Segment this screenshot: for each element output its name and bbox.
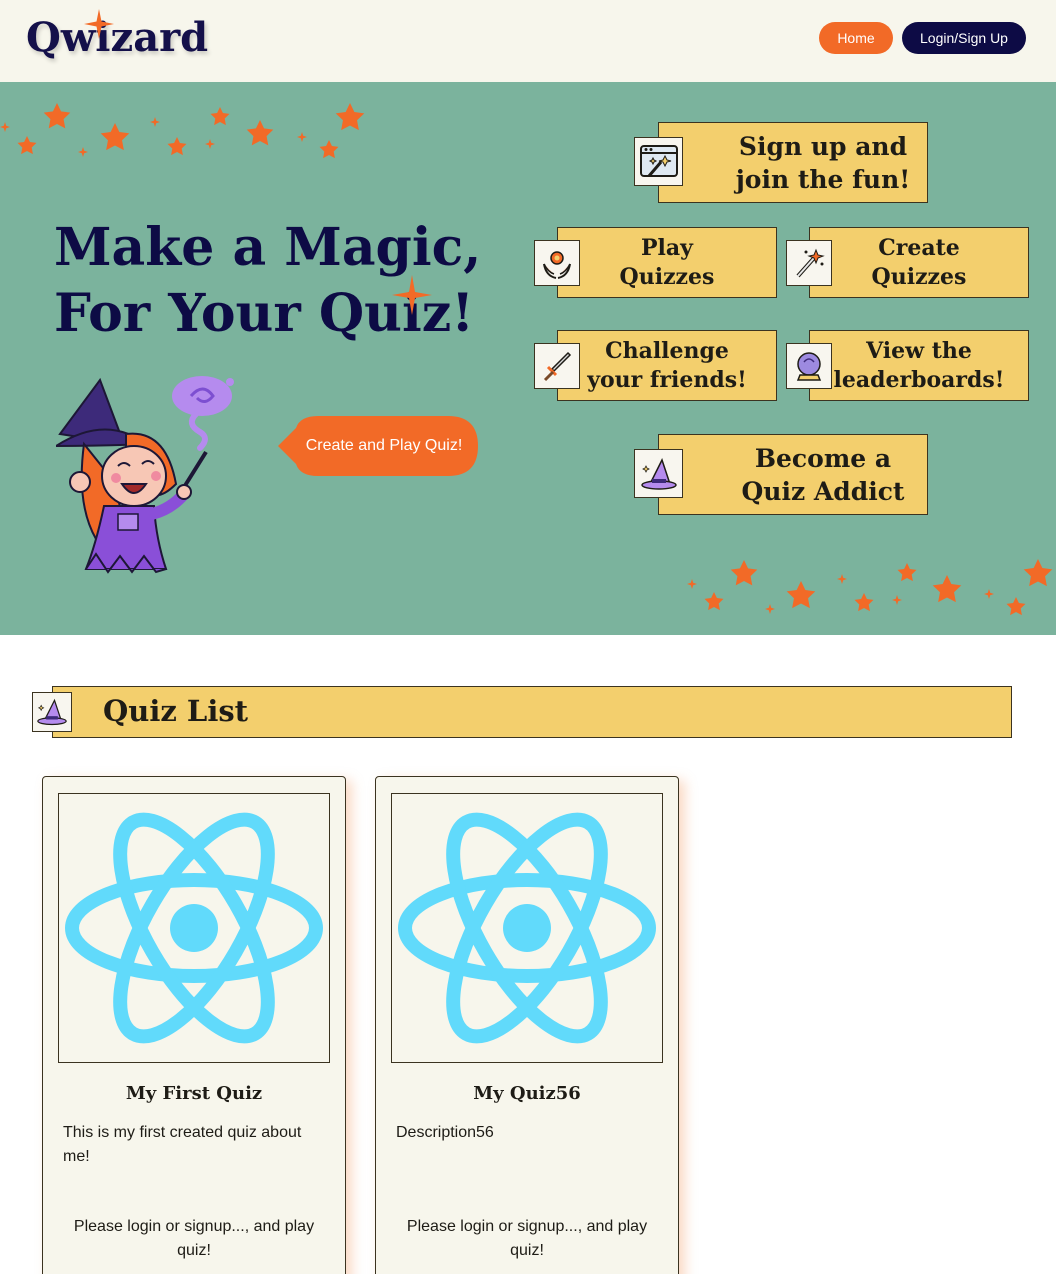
hands-flower-icon [534,240,580,286]
feature-create-line2: Quizzes [871,263,967,290]
login-signup-button[interactable]: Login/Sign Up [902,22,1026,54]
hero-title-line1: Make a Magic, [54,217,482,278]
quiz-card-login-note: Please login or signup..., and play quiz… [73,1218,315,1259]
title-star-icon [392,275,432,315]
feature-challenge-line2: your friends! [587,366,747,393]
feature-addict-line1: Become a [754,443,892,473]
feature-addict-line2: Quiz Addict [741,476,905,506]
feature-leaderboards[interactable]: View the leaderboards! [809,330,1029,401]
hero-section: Make a Magic, For Your Quiz! Create and … [0,82,1056,635]
quiz-card-title: My Quiz56 [473,1083,581,1104]
crystal-ball-icon [786,343,832,389]
quiz-card-image [391,793,663,1063]
quiz-card-login-note: Please login or signup..., and play quiz… [406,1218,648,1259]
quiz-list-title: Quiz List [103,694,249,728]
feature-signup-line2: join the fun! [735,164,911,194]
feature-challenge[interactable]: Challenge your friends! [557,330,777,401]
witch-illustration [56,376,234,574]
feature-play[interactable]: Play Quizzes [557,227,777,298]
quiz-card-image [58,793,330,1063]
quiz-card[interactable]: My Quiz56 Description56 Please login or … [375,776,679,1274]
feature-create[interactable]: Create Quizzes [809,227,1029,298]
site-header: Qwizard Home Login/Sign Up [0,0,1056,82]
logo-star-icon [84,9,114,39]
feature-create-line1: Create [878,234,960,261]
feature-leaderboards-line2: leaderboards! [833,366,1005,393]
feature-challenge-line1: Challenge [605,337,729,364]
home-button[interactable]: Home [819,22,893,54]
quiz-card[interactable]: My First Quiz This is my first created q… [42,776,346,1274]
feature-addict[interactable]: Become a Quiz Addict [658,434,928,515]
stars-decoration-top [0,103,365,159]
site-logo[interactable]: Qwizard [26,14,208,61]
quiz-card-description: This is my first created quiz about me! [63,1124,302,1165]
feature-play-line2: Quizzes [619,263,715,290]
create-play-quiz-button[interactable]: Create and Play Quiz! [290,416,478,476]
feature-play-line1: Play [641,234,693,261]
react-logo-icon [398,812,656,1044]
wizard-hat-icon [32,692,72,732]
wizard-hat-icon [634,449,683,498]
feature-signup[interactable]: Sign up and join the fun! [658,122,928,203]
magic-wand-icon [786,240,832,286]
magic-window-icon [634,137,683,186]
quiz-card-title: My First Quiz [125,1083,263,1104]
feature-leaderboards-line1: View the [866,337,972,364]
feature-signup-line1: Sign up and [738,131,908,161]
stars-decoration-bottom [687,559,1053,616]
sword-icon [534,343,580,389]
react-logo-icon [65,812,323,1044]
quiz-card-description: Description56 [396,1124,494,1141]
